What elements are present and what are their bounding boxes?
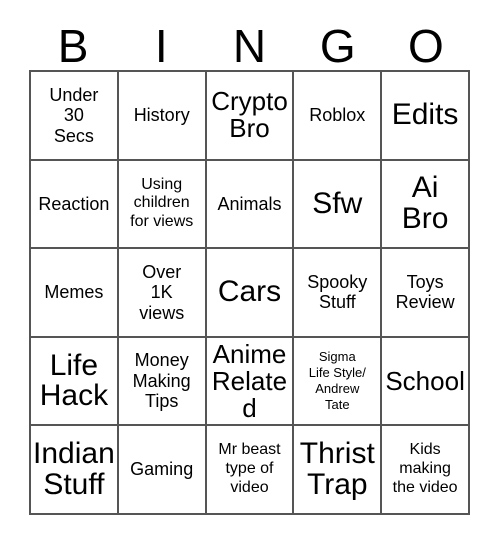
bingo-cell[interactable]: Over 1K views (118, 249, 207, 338)
bingo-cell[interactable]: Money Making Tips (118, 337, 207, 427)
bingo-header-letter-i: I (154, 20, 168, 72)
bingo-cell-label: Memes (44, 282, 104, 303)
bingo-cell-label: Kids making the video (392, 441, 458, 497)
bingo-cell-label: Toys Review (395, 271, 455, 313)
bingo-cell-label: Over 1K views (139, 261, 185, 323)
bingo-cell-label: History (133, 105, 190, 126)
bingo-cell-label: Animals (217, 193, 282, 214)
bingo-cell[interactable]: Animals (206, 160, 295, 250)
bingo-cell-label: Spooky Stuff (307, 271, 368, 313)
bingo-header: B I N G O (29, 22, 470, 70)
bingo-cell[interactable]: Gaming (118, 426, 207, 515)
bingo-cell-label: Sfw (312, 186, 363, 220)
bingo-card: B I N G O Under 30 Secs History Crypto Bro… (0, 0, 500, 544)
bingo-cell[interactable]: Using children for views (118, 160, 207, 250)
bingo-cell[interactable]: School (382, 337, 470, 427)
bingo-cell-label: Ai Bro (401, 171, 449, 235)
bingo-cell-label: Crypto Bro (211, 86, 288, 144)
bingo-cell-label: School (385, 365, 465, 396)
bingo-cell[interactable]: Reaction (31, 160, 119, 250)
bingo-header-letter-b: B (57, 20, 89, 72)
bingo-cell-label: Gaming (130, 459, 194, 480)
bingo-cell-label: Using children for views (130, 175, 194, 231)
bingo-header-letter-g: G (319, 20, 356, 72)
bingo-grid: Under 30 Secs History Crypto Bro Roblox Edit… (29, 70, 470, 515)
bingo-cell-label: Anime Related (211, 338, 288, 423)
bingo-cell-label: Cars (217, 275, 282, 309)
bingo-cell[interactable]: Roblox (294, 72, 383, 161)
bingo-cell[interactable]: Under 30 Secs (31, 72, 119, 161)
bingo-cell-label: Reaction (38, 193, 110, 214)
bingo-cell-label: Thrist Trap (299, 437, 375, 501)
bingo-cell[interactable]: Memes (31, 249, 119, 338)
bingo-cell[interactable]: Sfw (294, 160, 383, 250)
bingo-cell[interactable]: Kids making the video (382, 426, 470, 515)
bingo-cell-label: Roblox (309, 105, 366, 126)
bingo-cell[interactable]: Indian Stuff (31, 426, 119, 515)
bingo-cell-label: Mr beast type of video (218, 441, 281, 497)
bingo-cell[interactable]: Life Hack (31, 337, 119, 427)
bingo-header-letter-o: O (408, 20, 444, 72)
bingo-cell[interactable]: Toys Review (382, 249, 470, 338)
bingo-cell[interactable]: Ai Bro (382, 160, 470, 250)
bingo-cell[interactable]: Cars (206, 249, 295, 338)
bingo-cell[interactable]: Anime Related (206, 337, 295, 427)
bingo-cell[interactable]: Thrist Trap (294, 426, 383, 515)
bingo-header-letter-n: N (232, 20, 267, 72)
bingo-cell-label: Edits (391, 98, 459, 131)
bingo-cell[interactable]: Sigma Life Style/ Andrew Tate (294, 337, 383, 427)
bingo-cell[interactable]: Mr beast type of video (206, 426, 295, 515)
bingo-cell-label: Life Hack (39, 348, 109, 413)
bingo-cell[interactable]: History (118, 72, 207, 161)
bingo-cell-label: Under 30 Secs (49, 84, 99, 146)
bingo-cell[interactable]: Edits (382, 72, 470, 161)
bingo-cell-label: Money Making Tips (132, 350, 191, 412)
bingo-cell-label: Sigma Life Style/ Andrew Tate (308, 349, 366, 412)
bingo-cell[interactable]: Crypto Bro (206, 72, 295, 161)
bingo-cell-label: Indian Stuff (33, 437, 115, 501)
bingo-cell[interactable]: Spooky Stuff (294, 249, 383, 338)
